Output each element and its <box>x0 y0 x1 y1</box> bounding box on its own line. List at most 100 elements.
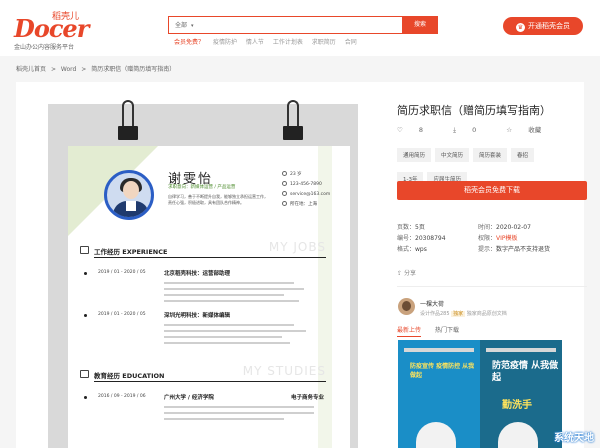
tab-popular[interactable]: 热门下载 <box>435 327 459 334</box>
breadcrumb-sep: > <box>50 66 56 73</box>
mail-icon <box>282 191 287 196</box>
quick-link[interactable]: 求职简历 <box>312 39 336 46</box>
quick-link[interactable]: 会员免费？ <box>174 39 204 46</box>
meta-permission: 权限：VIP模板 <box>478 235 518 242</box>
resume-bio: 自律学习，善于不断提升自我，能够独立承担运营工作，责任心强，积极进取，具有团队合… <box>168 194 268 205</box>
resume-page[interactable]: 谢雯怡 求职意向：新媒体运营 / 产品运营 自律学习，善于不断提升自我，能够独立… <box>68 146 350 448</box>
open-vip-button[interactable]: ♛ 开通稻壳会员 <box>503 17 583 35</box>
card-clip-bar <box>486 348 556 352</box>
card-clip-bar <box>404 348 474 352</box>
search-category-label: 全部 <box>175 22 188 29</box>
section-watermark: MY STUDIES <box>242 364 326 378</box>
bullet <box>84 396 87 399</box>
quick-link[interactable]: 疫情防护 <box>213 39 237 46</box>
site-watermark: 系统天地 <box>554 433 594 444</box>
author-note: 独家商品原创文档 <box>466 311 507 317</box>
resume-objective: 求职意向：新媒体运营 / 产品运营 <box>168 185 236 190</box>
author-avatar[interactable] <box>398 298 415 315</box>
breadcrumb-word[interactable]: Word <box>61 66 76 73</box>
docer-logo[interactable]: 稻壳儿 Docer 金山办公内容服务平台 <box>14 8 89 52</box>
like-count[interactable]: ♡ 8 <box>397 126 437 134</box>
section-title: 教育经历 EDUCATION <box>94 372 165 380</box>
meta-id: 编号：20308794 <box>397 235 446 242</box>
author-name[interactable]: 一棵大荷 <box>420 299 444 308</box>
tab-latest[interactable]: 最新上传 <box>397 327 422 337</box>
search-category-select[interactable]: 全部 ▾ <box>175 20 194 29</box>
card-headline: 防疫宣传 疫情防控 从我做起 <box>410 363 475 379</box>
resume-age: 23 岁 <box>290 172 302 177</box>
related-template-card[interactable]: 防疫宣传 疫情防控 从我做起 <box>398 340 480 448</box>
download-count: ⤓ 0 <box>453 126 490 134</box>
resume-photo <box>104 170 154 220</box>
related-tabs: 最新上传 热门下载 <box>397 325 471 337</box>
related-template-card[interactable]: 防范疫情 从我做起 勤洗手 <box>480 340 562 448</box>
tag[interactable]: 春招 <box>511 148 535 162</box>
section-experience: 工作经历 EXPERIENCE MY JOBS <box>80 240 326 258</box>
author-description: 设计作品285 独家 独家商品原创文档 <box>420 310 507 317</box>
exclusive-badge: 独家 <box>451 311 466 317</box>
breadcrumb-current: 简历求职信（赠简历填写指南） <box>91 66 176 73</box>
section-rule <box>94 381 326 382</box>
vip-button-label: 开通稻壳会员 <box>528 22 570 30</box>
collect-label: 收藏 <box>528 126 542 134</box>
thumb-icon: ♡ <box>397 126 405 134</box>
top-header: 稻壳儿 Docer 金山办公内容服务平台 全部 ▾ 搜索 会员免费？ 疫情防护 情… <box>0 0 600 56</box>
breadcrumb-home[interactable]: 稻壳儿首页 <box>16 66 46 73</box>
divider <box>397 286 587 287</box>
quick-links: 会员免费？ 疫情防护 情人节 工作计划表 求职简历 合同 <box>174 37 364 46</box>
location-icon <box>282 201 287 206</box>
quick-link[interactable]: 合同 <box>345 39 357 46</box>
template-title: 简历求职信（赠简历填写指南） <box>397 104 551 117</box>
job-date: 2019 / 01 - 2020 / 05 <box>98 270 146 275</box>
section-watermark: MY JOBS <box>268 240 326 254</box>
meta-pages: 页数：5页 <box>397 224 425 231</box>
search-button[interactable]: 搜索 <box>402 16 438 34</box>
resume-phone: 123-456-7890 <box>290 182 322 187</box>
briefcase-icon <box>80 246 89 254</box>
card-illustration <box>498 422 538 448</box>
section-rule <box>94 257 326 258</box>
like-count-value: 8 <box>418 126 424 134</box>
binder-clip-icon <box>118 100 138 146</box>
meta-format: 格式：wps <box>397 246 427 253</box>
quick-link[interactable]: 工作计划表 <box>273 39 303 46</box>
phone-icon <box>282 181 287 186</box>
share-icon: ⇪ <box>397 270 404 277</box>
search-bar[interactable]: 全部 ▾ 搜索 <box>168 16 438 34</box>
tag[interactable]: 简历套装 <box>473 148 508 162</box>
job-company: 深圳光明科技：新媒体编辑 <box>164 313 231 319</box>
breadcrumb-sep: > <box>81 66 87 73</box>
card-illustration <box>416 422 456 448</box>
vip-download-button[interactable]: 稻壳会员免费下载 <box>397 181 587 200</box>
share-button[interactable]: ⇪ 分享 <box>397 268 416 277</box>
download-icon: ⤓ <box>453 126 459 134</box>
tag[interactable]: 通用简历 <box>397 148 432 162</box>
breadcrumb: 稻壳儿首页 > Word > 简历求职信（赠简历填写指南） <box>16 64 178 73</box>
download-count-value: 0 <box>472 126 477 134</box>
edu-date: 2016 / 09 - 2019 / 06 <box>98 394 146 399</box>
author-works: 设计作品285 <box>420 311 450 317</box>
meta-note: 提示：数字产品不支持退货 <box>478 246 551 253</box>
crown-icon: ♛ <box>516 23 525 32</box>
quick-link[interactable]: 情人节 <box>246 39 264 46</box>
job-company: 北京稻壳科技：运营部助理 <box>164 271 231 277</box>
resume-location: 所在地：上海 <box>290 202 317 207</box>
collect-button[interactable]: ☆ 收藏 <box>506 126 555 134</box>
edu-school: 广州大学 / 经济学院 <box>164 395 214 401</box>
logo-en: Docer <box>14 14 89 43</box>
job-date: 2019 / 01 - 2020 / 05 <box>98 312 146 317</box>
template-stats: ♡ 8 ⤓ 0 ☆ 收藏 <box>397 124 569 135</box>
star-icon: ☆ <box>506 126 515 134</box>
bullet <box>84 272 87 275</box>
edu-major: 电子商务专业 <box>290 395 324 401</box>
meta-time: 时间：2020-02-07 <box>478 224 531 231</box>
section-title: 工作经历 EXPERIENCE <box>94 248 168 256</box>
graduation-cap-icon <box>80 370 89 378</box>
card-subheadline: 勤洗手 <box>502 400 532 411</box>
tag[interactable]: 中文简历 <box>435 148 470 162</box>
age-icon <box>282 171 287 176</box>
resume-contact: 23 岁 123-456-7890 service@163.com 所在地：上海 <box>282 170 330 210</box>
chevron-down-icon: ▾ <box>191 23 194 29</box>
logo-slogan: 金山办公内容服务平台 <box>14 44 75 51</box>
share-label: 分享 <box>403 270 416 277</box>
